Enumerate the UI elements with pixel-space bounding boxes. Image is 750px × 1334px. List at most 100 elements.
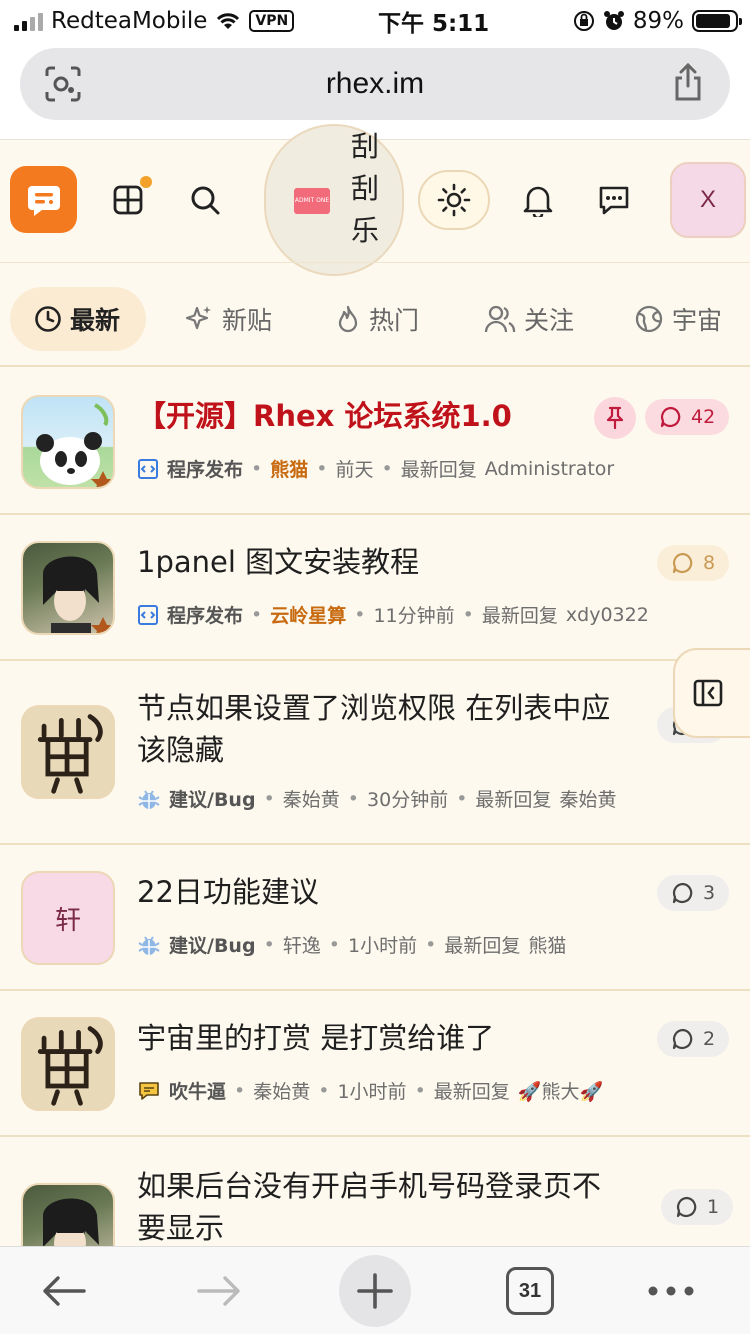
- separator-dot: •: [414, 1079, 426, 1102]
- separator-dot: •: [318, 1079, 330, 1102]
- post-time: 前天: [335, 459, 374, 481]
- last-reply-label: 最新回复: [481, 605, 558, 627]
- list-item[interactable]: 【开源】Rhex 论坛系统1.0 42 程序发布 • 熊猫 • 前天 • 最新回…: [0, 369, 750, 515]
- list-item[interactable]: 轩 22日功能建议 3 建议/Bug • 轩逸 • 1小时前 • 最新回复 熊猫: [0, 845, 750, 991]
- tab-universe[interactable]: 宇宙: [634, 287, 722, 351]
- panda-avatar[interactable]: [21, 395, 115, 489]
- vpn-badge: VPN: [249, 10, 295, 32]
- post-author[interactable]: 云岭星算: [270, 601, 346, 628]
- tab-label: 最新: [70, 306, 121, 335]
- post-title[interactable]: 【开源】Rhex 论坛系统1.0: [137, 395, 512, 437]
- back-button[interactable]: [38, 1259, 90, 1323]
- tab-label: 关注: [524, 306, 575, 335]
- carrier-name: RedteaMobile: [51, 8, 208, 34]
- calligraphy-avatar[interactable]: [21, 1017, 115, 1111]
- post-title[interactable]: 宇宙里的打赏 是打赏给谁了: [137, 1017, 494, 1059]
- last-replier[interactable]: 🚀熊大🚀: [518, 1077, 603, 1104]
- sidebar-toggle-button[interactable]: [673, 648, 750, 738]
- users-icon: [484, 305, 516, 333]
- last-replier[interactable]: 秦始黄: [559, 785, 616, 812]
- post-category[interactable]: 程序发布: [167, 601, 243, 628]
- post-title-line: 节点如果设置了浏览权限 在列表中应: [137, 691, 611, 725]
- separator-dot: •: [316, 457, 328, 480]
- post-meta: 吹牛逼 • 秦始黄 • 1小时前 • 最新回复 🚀熊大🚀: [137, 1077, 603, 1104]
- reply-count: 8: [703, 552, 716, 574]
- scratch-lottery-button[interactable]: ADMIT ONE 刮 刮 乐: [264, 124, 404, 276]
- post-author[interactable]: 轩逸: [283, 931, 321, 958]
- post-category[interactable]: 建议/Bug: [169, 785, 256, 812]
- user-avatar-button[interactable]: X: [670, 162, 746, 238]
- post-author[interactable]: 秦始黄: [283, 785, 340, 812]
- post-title-line: 如果后台没有开启手机号码登录页不: [137, 1169, 602, 1203]
- search-button[interactable]: [185, 180, 225, 220]
- tab-new-posts[interactable]: 新贴: [184, 287, 272, 351]
- reply-count: 1: [707, 1196, 720, 1218]
- last-reply-label: 最新回复: [444, 935, 521, 957]
- list-item[interactable]: 节点如果设置了浏览权限 在列表中应 该隐藏 建议/Bug • 秦始黄 • 30分…: [0, 661, 750, 845]
- tabs-overview-button[interactable]: 31: [506, 1267, 554, 1315]
- alarm-icon: [603, 11, 624, 30]
- anime-avatar[interactable]: [21, 541, 115, 635]
- last-replier[interactable]: xdy0322: [566, 604, 649, 626]
- post-title-line: 该隐藏: [137, 733, 225, 767]
- tab-label: 宇宙: [672, 306, 723, 335]
- panel-collapse-icon: [693, 679, 723, 707]
- camera-search-icon[interactable]: [44, 66, 82, 102]
- reply-count-badge: 3: [657, 875, 730, 911]
- separator-dot: •: [251, 603, 263, 626]
- last-replier[interactable]: Administrator: [485, 458, 615, 480]
- message-icon: [599, 186, 629, 215]
- forward-button[interactable]: [193, 1259, 245, 1323]
- boards-grid-button[interactable]: [108, 176, 152, 220]
- comment-icon: [672, 1028, 693, 1050]
- arrow-left-icon: [43, 1276, 86, 1306]
- post-title[interactable]: 节点如果设置了浏览权限 在列表中应 该隐藏: [137, 687, 647, 771]
- post-time: 11分钟前: [373, 605, 455, 627]
- tab-following[interactable]: 关注: [484, 287, 574, 351]
- last-replier[interactable]: 熊猫: [528, 931, 566, 958]
- new-tab-button[interactable]: [339, 1255, 411, 1327]
- chat-bubble-icon: [139, 1081, 159, 1100]
- post-title[interactable]: 22日功能建议: [137, 871, 319, 913]
- bell-icon: [523, 186, 553, 217]
- separator-dot: •: [251, 457, 263, 480]
- pin-icon: [606, 406, 624, 430]
- flame-icon: [338, 305, 358, 333]
- post-meta: 建议/Bug • 秦始黄 • 30分钟前 • 最新回复 秦始黄: [137, 785, 616, 812]
- list-item[interactable]: 如果后台没有开启手机号码登录页不 要显示 1: [0, 1137, 750, 1277]
- status-bar: RedteaMobile VPN 下午 5:11 89%: [0, 0, 750, 42]
- tab-label: 新贴: [222, 306, 273, 335]
- more-menu-button[interactable]: [646, 1259, 696, 1323]
- post-meta: 程序发布 • 云岭星算 • 11分钟前 • 最新回复 xdy0322: [137, 601, 649, 628]
- post-time: 1小时前: [348, 935, 418, 957]
- post-title[interactable]: 1panel 图文安装教程: [137, 541, 419, 583]
- text-avatar[interactable]: 轩: [21, 871, 115, 965]
- post-category[interactable]: 建议/Bug: [169, 931, 256, 958]
- sparkle-icon: [185, 306, 211, 330]
- calligraphy-avatar[interactable]: [21, 705, 115, 799]
- post-category[interactable]: 吹牛逼: [169, 1077, 226, 1104]
- globe-icon: [635, 305, 663, 333]
- separator-dot: •: [234, 1079, 246, 1102]
- share-icon[interactable]: [672, 62, 704, 102]
- reply-count-badge: 8: [657, 545, 730, 581]
- reply-count: 42: [691, 406, 716, 428]
- tab-latest[interactable]: 最新: [10, 287, 147, 351]
- separator-dot: •: [354, 603, 366, 626]
- battery-percent: 89%: [632, 8, 684, 34]
- list-item[interactable]: 1panel 图文安装教程 8 程序发布 • 云岭星算 • 11分钟前 • 最新…: [0, 515, 750, 661]
- code-release-icon: [138, 604, 158, 625]
- messages-button[interactable]: [594, 180, 634, 220]
- list-item[interactable]: 宇宙里的打赏 是打赏给谁了 2 吹牛逼 • 秦始黄 • 1小时前 • 最新回复 …: [0, 991, 750, 1137]
- post-author[interactable]: 熊猫: [270, 455, 308, 482]
- theme-toggle-button[interactable]: [418, 170, 490, 230]
- address-bar[interactable]: rhex.im: [20, 48, 730, 120]
- cellular-signal-icon: [14, 11, 43, 31]
- notifications-button[interactable]: [518, 180, 558, 220]
- separator-dot: •: [328, 933, 341, 956]
- post-author[interactable]: 秦始黄: [253, 1077, 310, 1104]
- post-title[interactable]: 如果后台没有开启手机号码登录页不 要显示: [137, 1165, 647, 1249]
- tab-hot[interactable]: 热门: [335, 287, 419, 351]
- post-category[interactable]: 程序发布: [167, 455, 243, 482]
- site-logo[interactable]: [10, 166, 77, 233]
